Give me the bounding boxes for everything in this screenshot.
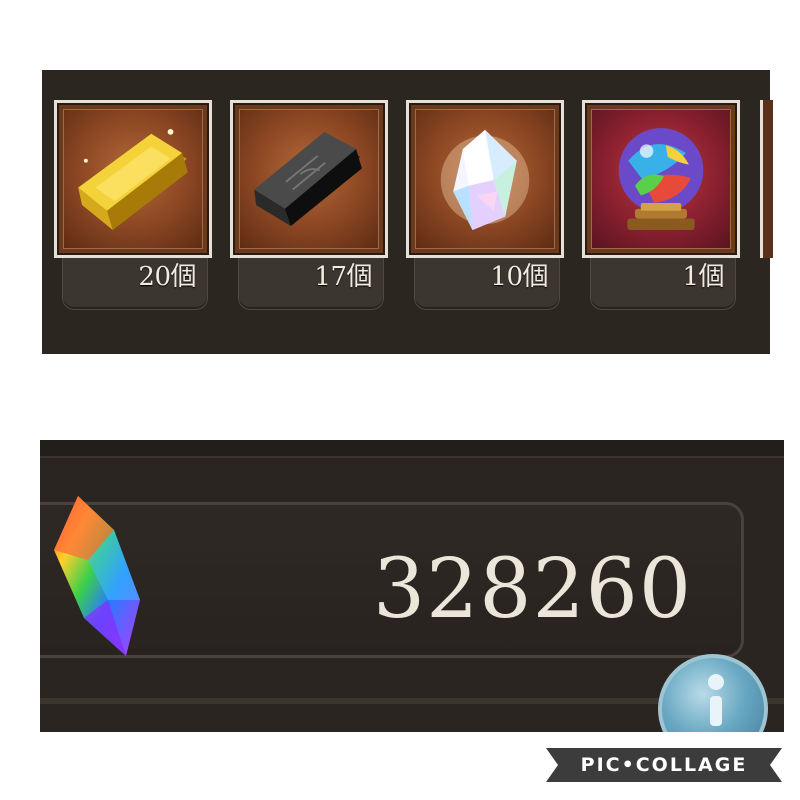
gold-bar-icon [78,128,188,230]
currency-value: 328260 [372,542,692,637]
watermark-text: PIC•COLLAGE [580,754,748,776]
inventory-slot-black-bar[interactable]: 17個 [230,100,388,310]
item-count: 17個 [314,262,372,292]
item-count: 20個 [138,262,196,292]
inventory-slot-gold-bar[interactable]: 20個 [54,100,212,310]
inventory-slot-crystal[interactable]: 10個 [406,100,564,310]
info-icon [708,674,724,690]
item-count: 10個 [490,262,548,292]
currency-panel: 328260 [40,440,784,732]
panel-top-strip [40,440,784,458]
item-count: 1個 [682,262,724,292]
watermark: PIC•COLLAGE [546,748,782,782]
item-frame [54,100,212,258]
black-bar-icon [254,131,362,227]
item-frame [582,100,740,258]
inventory-slot-crystal-ball[interactable]: 1個 [582,100,740,310]
rainbow-gem-icon [54,496,140,656]
item-frame [230,100,388,258]
crystal-icon [440,129,530,230]
info-button[interactable] [658,654,768,732]
inventory-panel: 20個 17個 10個 1個 [42,70,773,354]
inventory-slot-partial[interactable] [760,100,773,258]
item-frame [406,100,564,258]
crystal-ball-icon [618,128,704,230]
